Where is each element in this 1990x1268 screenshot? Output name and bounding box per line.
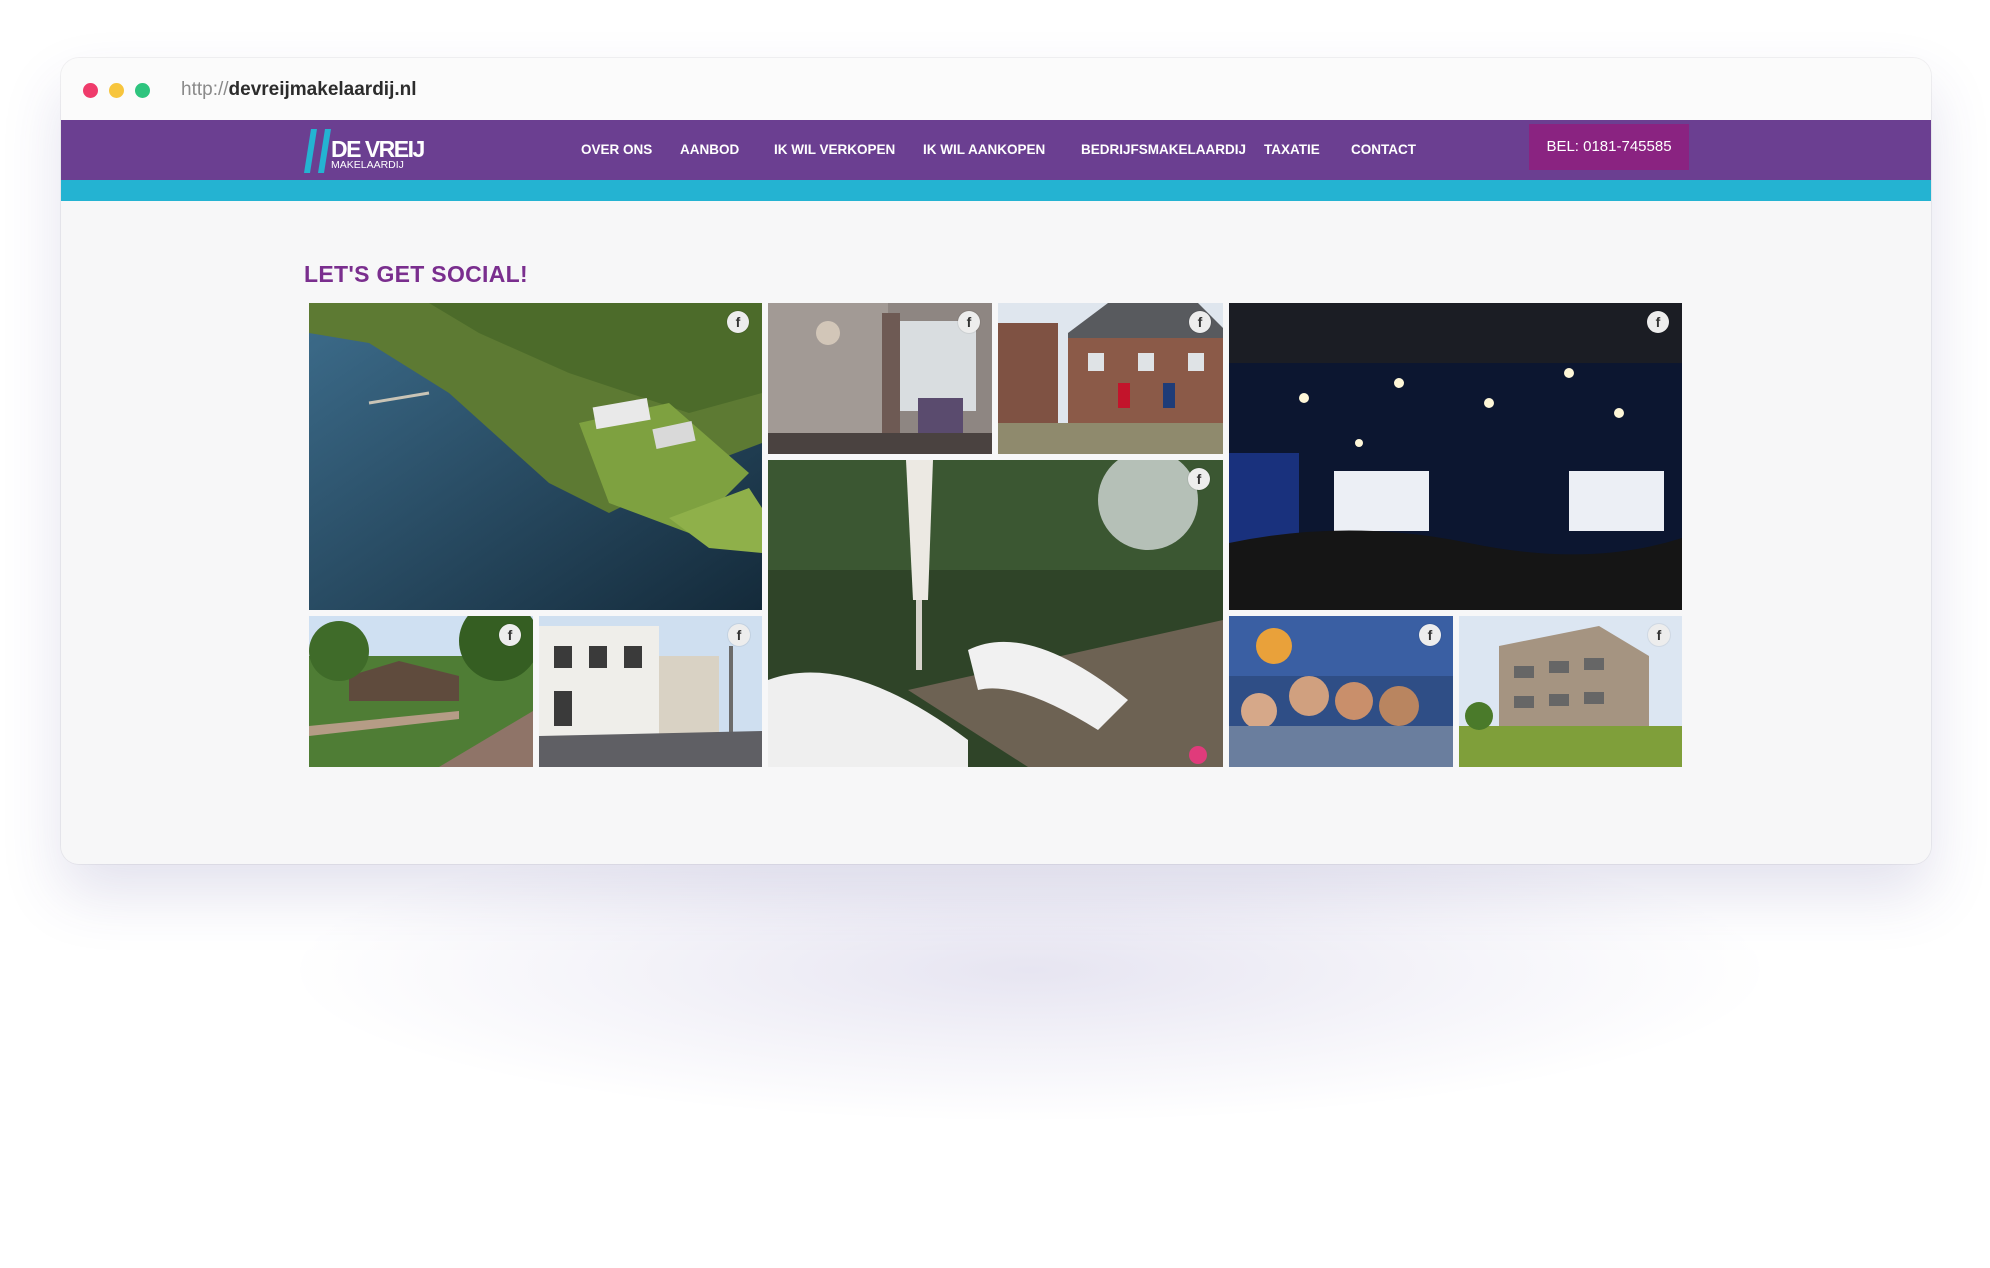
garden-lounge-chairs-image (768, 460, 1223, 767)
menu-item-contact[interactable]: CONTACT (1351, 141, 1416, 159)
url-domain: devreijmakelaardij.nl (228, 79, 417, 100)
logo-title: DE VREIJ (331, 136, 425, 162)
menu-item-ik-wil-aankopen[interactable]: IK WIL AANKOPEN (923, 141, 1045, 159)
white-townhouse-street-photo[interactable]: f (539, 616, 762, 767)
address-bar[interactable]: http://devreijmakelaardij.nl (181, 78, 417, 102)
window-shadow (300, 820, 1760, 1120)
menu-item-bedrijfsmakelaardij[interactable]: BEDRIJFSMAKELAARDIJ (1081, 141, 1246, 159)
logo-slash-icon (304, 129, 331, 173)
menu-item-taxatie[interactable]: TAXATIE (1264, 141, 1320, 159)
close-window-dot[interactable] (83, 83, 98, 98)
conference-hall-image (1229, 303, 1682, 610)
maximize-window-dot[interactable] (135, 83, 150, 98)
browser-window: http://devreijmakelaardij.nl DE VREIJ MA… (61, 58, 1931, 864)
apartment-building-photo[interactable]: f (1459, 616, 1682, 767)
accent-strip (61, 180, 1931, 201)
aerial-lakeside-villa-photo[interactable]: f (309, 303, 762, 610)
browser-titlebar: http://devreijmakelaardij.nl (61, 58, 1931, 120)
facebook-icon: f (499, 624, 521, 646)
conference-hall-photo[interactable]: f (1229, 303, 1682, 610)
main-content: LET'S GET SOCIAL! f f f f f f f f f (61, 201, 1931, 864)
hotel-room-interior-photo[interactable]: f (768, 303, 992, 454)
garden-lounge-chairs-photo[interactable]: f (768, 460, 1223, 767)
festival-selfie-photo[interactable]: f (1229, 616, 1453, 767)
menu-item-aanbod[interactable]: AANBOD (680, 141, 739, 159)
facebook-icon: f (727, 311, 749, 333)
facebook-icon: f (728, 624, 750, 646)
site-navbar: DE VREIJ MAKELAARDIJ OVER ONS AANBOD IK … (61, 120, 1931, 180)
facebook-icon: f (1188, 468, 1210, 490)
minimize-window-dot[interactable] (109, 83, 124, 98)
menu-item-ik-wil-verkopen[interactable]: IK WIL VERKOPEN (774, 141, 895, 159)
facebook-icon: f (1648, 624, 1670, 646)
facebook-icon: f (958, 311, 980, 333)
facebook-icon: f (1647, 311, 1669, 333)
site-logo[interactable]: DE VREIJ MAKELAARDIJ (303, 125, 433, 177)
aerial-lakeside-villa-image (309, 303, 762, 610)
brick-row-houses-photo[interactable]: f (998, 303, 1223, 454)
bungalow-street-photo[interactable]: f (309, 616, 533, 767)
facebook-icon: f (1189, 311, 1211, 333)
section-title: LET'S GET SOCIAL! (304, 261, 528, 287)
menu-item-over-ons[interactable]: OVER ONS (581, 141, 652, 159)
url-protocol: http:// (181, 79, 229, 100)
facebook-icon: f (1419, 624, 1441, 646)
call-button[interactable]: BEL: 0181-745585 (1529, 124, 1689, 170)
logo-subtitle: MAKELAARDIJ (331, 159, 404, 171)
